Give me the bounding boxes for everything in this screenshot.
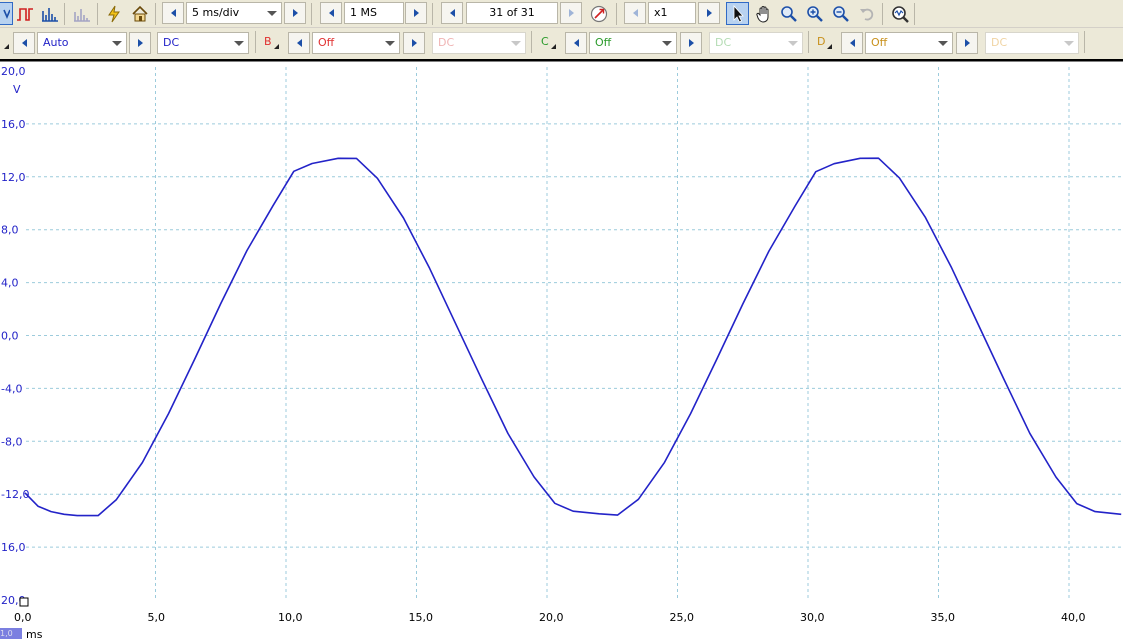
spectrum-icon[interactable] — [38, 2, 61, 25]
channel-c-range-decrease-button[interactable] — [565, 32, 587, 54]
chevron-down-icon — [938, 41, 948, 46]
corner-icon — [550, 44, 556, 49]
channel-d-coupling-select[interactable]: DC — [985, 32, 1079, 54]
main-toolbar: 5 ms/div 1 MS 31 of 31 x1 — [0, 0, 1123, 28]
zoom-factor-decrease-button[interactable] — [624, 2, 646, 24]
x-tick-label: 40,0 — [1061, 611, 1086, 624]
channel-b-range-decrease-button[interactable] — [288, 32, 310, 54]
channel-c-range-select[interactable]: Off — [589, 32, 677, 54]
channel-c-coupling-value: DC — [715, 36, 732, 49]
channel-b-label[interactable]: B — [264, 35, 279, 49]
y-tick-label: 16,0 — [1, 541, 26, 554]
y-tick-label: 8,0 — [1, 224, 19, 237]
chevron-down-icon — [511, 41, 521, 46]
channel-b-range-increase-button[interactable] — [403, 32, 425, 54]
channel-c-label[interactable]: C — [541, 35, 556, 49]
x-tick-label: 20,0 — [539, 611, 564, 624]
channel-a-coupling-select[interactable]: DC — [157, 32, 249, 54]
scale-badge: 1,0 — [0, 628, 22, 639]
samples-increase-button[interactable] — [405, 2, 427, 24]
channel-a-range-increase-button[interactable] — [129, 32, 151, 54]
y-unit-label: V — [13, 83, 21, 96]
trigger-marker[interactable] — [19, 597, 29, 607]
buffer-next-button[interactable] — [560, 2, 582, 24]
channel-b-coupling-value: DC — [438, 36, 455, 49]
channel-d-range-value: Off — [871, 36, 888, 49]
y-tick-label: -12,0 — [1, 488, 29, 501]
y-tick-label: -8,0 — [1, 435, 22, 448]
channel-b-range-select[interactable]: Off — [312, 32, 400, 54]
x-tick-label: 35,0 — [931, 611, 956, 624]
y-tick-label: 16,0 — [1, 118, 26, 131]
x-tick-label: 30,0 — [800, 611, 825, 624]
x-tick-label: 15,0 — [409, 611, 434, 624]
undo-zoom-icon[interactable] — [855, 2, 878, 25]
y-tick-label: 4,0 — [1, 277, 19, 290]
chevron-down-icon — [1064, 41, 1074, 46]
channel-a-icon[interactable] — [0, 2, 13, 25]
channel-c-range-increase-button[interactable] — [680, 32, 702, 54]
y-tick-label: 12,0 — [1, 171, 26, 184]
chevron-down-icon — [112, 41, 122, 46]
y-tick-label: 20,0 — [1, 65, 26, 78]
home-icon[interactable] — [128, 2, 151, 25]
x-tick-label: 10,0 — [278, 611, 303, 624]
channel-a-range-select[interactable]: Auto — [37, 32, 127, 54]
channel-b-coupling-select[interactable]: DC — [432, 32, 526, 54]
zoom-factor-increase-button[interactable] — [698, 2, 720, 24]
zoom-out-icon[interactable] — [829, 2, 852, 25]
channel-toolbar: Auto DC B Off DC C Off DC D Off DC — [0, 28, 1123, 59]
channel-a-coupling-value: DC — [163, 36, 180, 49]
pointer-icon[interactable] — [726, 2, 749, 25]
buffer-previous-button[interactable] — [441, 2, 463, 24]
zoom-factor-value: x1 — [654, 6, 668, 19]
channel-c-range-value: Off — [595, 36, 612, 49]
zoom-icon[interactable] — [777, 2, 800, 25]
channel-d-range-select[interactable]: Off — [865, 32, 953, 54]
buffer-index-field[interactable]: 31 of 31 — [466, 2, 558, 24]
y-tick-label: 0,0 — [1, 330, 19, 343]
scope-view[interactable]: 20,0 16,0 12,0 8,0 4,0 0,0 -4,0 -8,0 -12,0 16,0 20… — [0, 59, 1123, 641]
timebase-decrease-button[interactable] — [162, 2, 184, 24]
zoom-factor-select[interactable]: x1 — [648, 2, 696, 24]
channel-d-range-increase-button[interactable] — [956, 32, 978, 54]
channel-c-coupling-select[interactable]: DC — [709, 32, 803, 54]
channel-a-range-value: Auto — [43, 36, 69, 49]
zoom-overview-icon[interactable] — [888, 2, 911, 25]
zoom-in-icon[interactable] — [803, 2, 826, 25]
timebase-increase-button[interactable] — [284, 2, 306, 24]
corner-icon — [4, 44, 9, 49]
square-wave-icon[interactable] — [13, 2, 36, 25]
x-tick-label: 0,0 — [14, 611, 32, 624]
channel-a-label[interactable] — [2, 35, 9, 49]
channel-d-range-decrease-button[interactable] — [841, 32, 863, 54]
chevron-down-icon — [267, 11, 277, 16]
channel-d-coupling-value: DC — [991, 36, 1008, 49]
corner-icon — [273, 44, 279, 49]
samples-select[interactable]: 1 MS — [344, 2, 404, 24]
chevron-down-icon — [662, 41, 672, 46]
chevron-down-icon — [234, 41, 244, 46]
chevron-down-icon — [385, 41, 395, 46]
buffer-index-value: 31 of 31 — [489, 6, 535, 19]
y-tick-label: -4,0 — [1, 382, 22, 395]
auto-setup-icon[interactable] — [102, 2, 125, 25]
persistence-icon[interactable] — [70, 2, 93, 25]
chevron-down-icon — [788, 41, 798, 46]
channel-d-label[interactable]: D — [817, 35, 833, 49]
channel-b-range-value: Off — [318, 36, 335, 49]
samples-decrease-button[interactable] — [320, 2, 342, 24]
signal-generator-icon[interactable] — [587, 2, 610, 25]
corner-icon — [827, 44, 833, 49]
channel-a-range-decrease-button[interactable] — [13, 32, 35, 54]
x-tick-label: 25,0 — [670, 611, 695, 624]
timebase-select[interactable]: 5 ms/div — [186, 2, 282, 24]
timebase-value: 5 ms/div — [192, 6, 240, 19]
x-unit-label: ms — [26, 628, 43, 641]
x-tick-label: 5,0 — [148, 611, 166, 624]
samples-value: 1 MS — [350, 6, 377, 19]
hand-icon[interactable] — [752, 2, 775, 25]
